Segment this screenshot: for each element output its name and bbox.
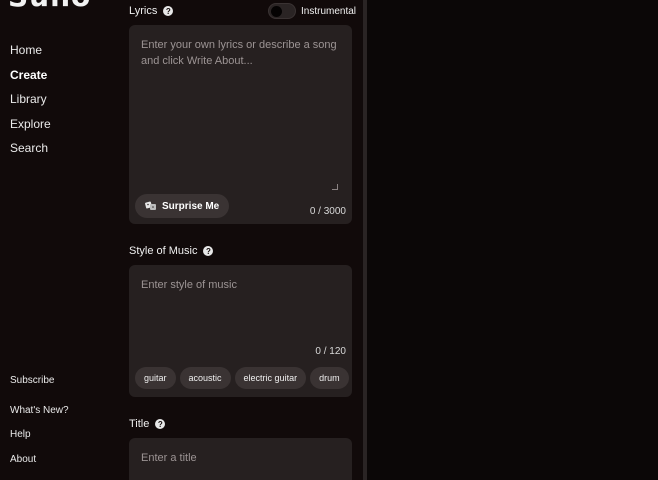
- surprise-me-label: Surprise Me: [162, 200, 220, 212]
- nav-home[interactable]: Home: [10, 43, 42, 57]
- title-label-text: Title: [129, 418, 150, 430]
- lyrics-label: Lyrics ?: [129, 5, 174, 17]
- question-icon[interactable]: ?: [203, 246, 214, 256]
- lyrics-textarea[interactable]: Enter your own lyrics or describe a song…: [129, 25, 352, 224]
- style-label-text: Style of Music: [129, 245, 198, 257]
- nav-search[interactable]: Search: [10, 141, 48, 155]
- nav-about[interactable]: About: [10, 454, 36, 465]
- question-icon[interactable]: ?: [155, 419, 166, 429]
- resize-handle-icon[interactable]: [332, 184, 338, 190]
- app-logo[interactable]: Suno: [8, 0, 91, 13]
- title-placeholder: Enter a title: [141, 452, 197, 464]
- style-label: Style of Music ?: [129, 245, 214, 257]
- lyrics-label-text: Lyrics: [129, 5, 158, 17]
- nav-create[interactable]: Create: [10, 68, 47, 82]
- nav-help[interactable]: Help: [10, 429, 31, 440]
- style-chip[interactable]: acoustic: [179, 367, 231, 389]
- style-char-counter: 0 / 120: [315, 346, 346, 357]
- lyrics-placeholder: Enter your own lyrics or describe a song…: [141, 39, 337, 67]
- lyrics-char-counter: 0 / 3000: [309, 206, 346, 217]
- content-area: [367, 0, 658, 480]
- style-chip[interactable]: electric guitar: [234, 367, 307, 389]
- surprise-me-button[interactable]: Surprise Me: [135, 194, 230, 218]
- dice-icon: [145, 201, 156, 210]
- instrumental-toggle[interactable]: [268, 3, 296, 19]
- style-chip-list: guitar acoustic electric guitar drum r: [135, 367, 350, 391]
- nav-subscribe[interactable]: Subscribe: [10, 375, 54, 386]
- style-chip[interactable]: drum: [310, 367, 349, 389]
- nav-whats-new[interactable]: What's New?: [10, 405, 69, 416]
- nav-library[interactable]: Library: [10, 92, 47, 106]
- title-label: Title ?: [129, 418, 166, 430]
- style-input[interactable]: Enter style of music 0 / 120 guitar acou…: [129, 265, 352, 397]
- style-placeholder: Enter style of music: [141, 279, 237, 291]
- toggle-knob: [271, 6, 282, 17]
- style-chip[interactable]: guitar: [135, 367, 176, 389]
- title-input[interactable]: Enter a title: [129, 438, 352, 480]
- question-icon[interactable]: ?: [163, 6, 174, 16]
- instrumental-label: Instrumental: [301, 6, 357, 17]
- nav-explore[interactable]: Explore: [10, 117, 51, 131]
